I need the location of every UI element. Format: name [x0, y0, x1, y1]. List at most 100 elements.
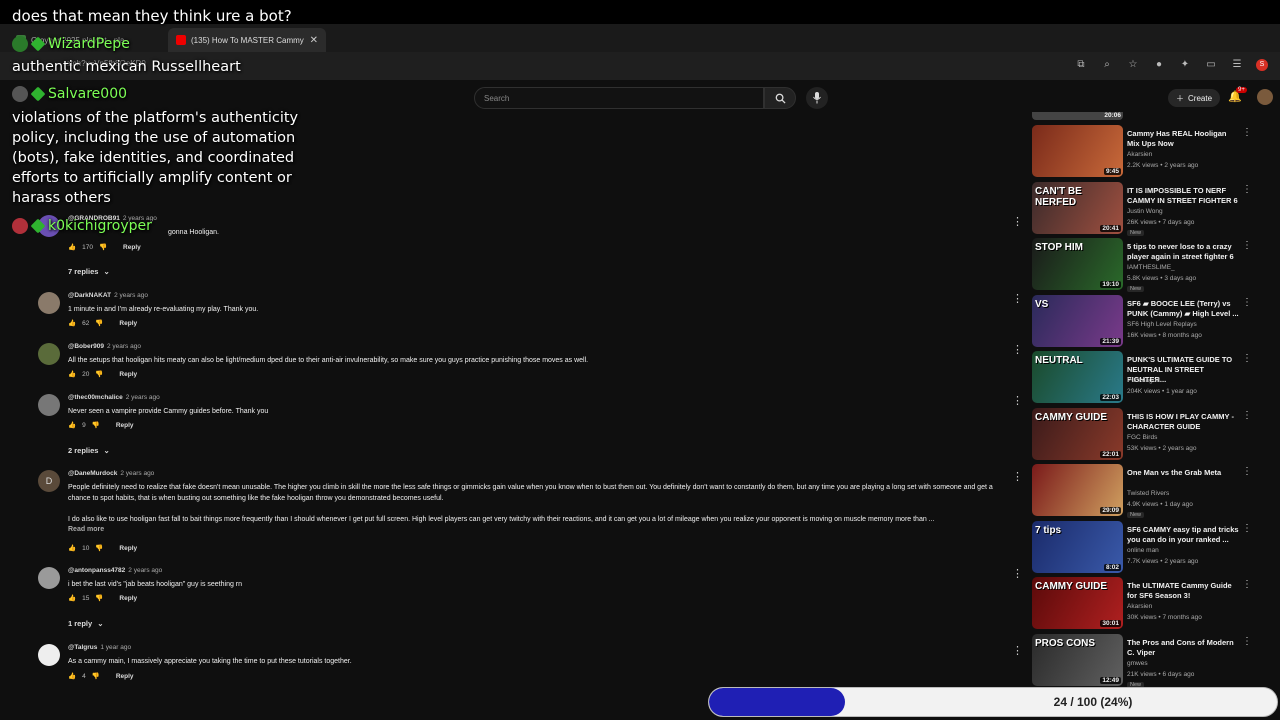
create-button[interactable]: ＋ Create — [1168, 89, 1221, 107]
like-icon[interactable]: 👍 — [68, 544, 76, 552]
like-icon[interactable]: 👍 — [68, 319, 76, 327]
video-thumbnail[interactable]: NEUTRAL 22:03 — [1032, 351, 1123, 403]
channel-name[interactable]: Akarsien — [1127, 151, 1152, 158]
reply-button[interactable]: Reply — [116, 673, 134, 680]
menu-icon[interactable]: ☰ — [1230, 59, 1244, 71]
video-title[interactable]: One Man vs the Grab Meta — [1127, 468, 1239, 478]
video-menu-icon[interactable]: ⋮ — [1242, 240, 1252, 251]
video-menu-icon[interactable]: ⋮ — [1242, 184, 1252, 195]
video-thumbnail[interactable]: PROS CONS 12:49 — [1032, 633, 1123, 686]
video-menu-icon[interactable]: ⋮ — [1242, 523, 1252, 534]
channel-name[interactable]: Punkdagod — [1127, 377, 1160, 384]
channel-name[interactable]: SF6 High Level Replays — [1127, 321, 1197, 328]
puzzle-extensions-icon[interactable]: ✦ — [1178, 59, 1192, 71]
dislike-icon[interactable]: 👎 — [95, 594, 103, 602]
video-title[interactable]: SF6 ▰ BOOCE LEE (Terry) vs PUNK (Cammy) … — [1127, 299, 1239, 319]
comment-time[interactable]: 2 years ago — [107, 343, 141, 350]
video-menu-icon[interactable]: ⋮ — [1242, 579, 1252, 590]
video-thumbnail[interactable]: 7 tips 8:02 — [1032, 520, 1123, 573]
channel-name[interactable]: gmwes — [1127, 660, 1148, 667]
comment-menu-icon[interactable]: ⋮ — [1012, 343, 1020, 356]
recommended-video[interactable]: VS 21:39 SF6 ▰ BOOCE LEE (Terry) vs PUNK (… — [1032, 294, 1280, 351]
replies-toggle[interactable]: 1 reply ⌄ — [68, 619, 103, 628]
reply-button[interactable]: Reply — [119, 595, 137, 602]
video-title[interactable]: IT IS IMPOSSIBLE TO NERF CAMMY IN STREET… — [1127, 186, 1239, 206]
extension-icon[interactable]: ● — [1152, 59, 1166, 71]
recommended-video[interactable]: CAN'T BE NERFED 20:41 IT IS IMPOSSIBLE TO … — [1032, 181, 1280, 238]
reply-button[interactable]: Reply — [123, 244, 141, 251]
zoom-icon[interactable]: ⌕ — [1100, 59, 1114, 71]
video-menu-icon[interactable]: ⋮ — [1242, 353, 1252, 364]
recommended-video[interactable]: CAMMY GUIDE 30:01 The ULTIMATE Cammy Guide… — [1032, 577, 1280, 633]
avatar[interactable] — [38, 343, 60, 365]
replies-toggle[interactable]: 2 replies ⌄ — [68, 446, 110, 455]
video-thumbnail[interactable]: 9:45 — [1032, 125, 1123, 177]
reply-button[interactable]: Reply — [119, 371, 137, 378]
profile-avatar-icon[interactable]: S — [1256, 59, 1268, 71]
comment-time[interactable]: 2 years ago — [114, 292, 148, 299]
comment-time[interactable]: 1 year ago — [100, 644, 131, 651]
channel-name[interactable]: online man — [1127, 547, 1159, 554]
comment-menu-icon[interactable]: ⋮ — [1012, 470, 1020, 483]
video-menu-icon[interactable]: ⋮ — [1242, 127, 1252, 138]
like-icon[interactable]: 👍 — [68, 421, 76, 429]
install-app-icon[interactable]: ⧉ — [1074, 59, 1088, 71]
comment-time[interactable]: 2 years ago — [126, 394, 160, 401]
like-icon[interactable]: 👍 — [68, 594, 76, 602]
comment-time[interactable]: 2 years ago — [128, 567, 162, 574]
replies-toggle[interactable]: 7 replies ⌄ — [68, 267, 110, 276]
comment-author[interactable]: @thec00mchalice 2 years ago — [68, 394, 160, 401]
dislike-icon[interactable]: 👎 — [95, 544, 103, 552]
comment-author[interactable]: @antonpanss4782 2 years ago — [68, 567, 162, 574]
voice-search-button[interactable] — [806, 87, 828, 109]
dislike-icon[interactable]: 👎 — [92, 421, 100, 429]
comment-menu-icon[interactable]: ⋮ — [1012, 644, 1020, 657]
channel-name[interactable]: Justin Wong — [1127, 208, 1163, 215]
video-title[interactable]: 5 tips to never lose to a crazy player a… — [1127, 242, 1239, 262]
avatar[interactable]: D — [38, 470, 60, 492]
video-thumbnail[interactable]: STOP HIM 19:10 — [1032, 238, 1123, 290]
video-thumbnail[interactable]: CAN'T BE NERFED 20:41 — [1032, 181, 1123, 234]
avatar[interactable] — [38, 644, 60, 666]
recommended-video[interactable]: CAMMY GUIDE 22:01 THIS IS HOW I PLAY CAMMY… — [1032, 407, 1280, 464]
video-thumbnail[interactable]: VS 21:39 — [1032, 294, 1123, 347]
channel-name[interactable]: Akarsien — [1127, 603, 1152, 610]
comment-author[interactable]: @DaneMurdock 2 years ago — [68, 470, 154, 477]
like-icon[interactable]: 👍 — [68, 672, 76, 680]
like-icon[interactable]: 👍 — [68, 243, 76, 251]
reply-button[interactable]: Reply — [116, 422, 134, 429]
avatar[interactable] — [38, 394, 60, 416]
comment-menu-icon[interactable]: ⋮ — [1012, 292, 1020, 305]
video-title[interactable]: SF6 CAMMY easy tip and tricks you can do… — [1127, 525, 1239, 545]
video-menu-icon[interactable]: ⋮ — [1242, 466, 1252, 477]
video-title[interactable]: The Pros and Cons of Modern C. Viper — [1127, 638, 1239, 658]
recommended-video[interactable]: NEUTRAL 22:03 PUNK'S ULTIMATE GUIDE TO NEU… — [1032, 351, 1280, 407]
dislike-icon[interactable]: 👎 — [95, 370, 103, 378]
video-title[interactable]: Cammy Has REAL Hooligan Mix Ups Now — [1127, 129, 1239, 149]
avatar[interactable] — [38, 567, 60, 589]
video-thumbnail[interactable]: 29:09 — [1032, 464, 1123, 516]
recommended-video[interactable]: STOP HIM 19:10 5 tips to never lose to a c… — [1032, 238, 1280, 294]
video-title[interactable]: THIS IS HOW I PLAY CAMMY - CHARACTER GUI… — [1127, 412, 1239, 432]
recommended-video[interactable]: PROS CONS 12:49 The Pros and Cons of Moder… — [1032, 633, 1280, 687]
like-icon[interactable]: 👍 — [68, 370, 76, 378]
recommended-video[interactable]: 9:45 Cammy Has REAL Hooligan Mix Ups Now A… — [1032, 125, 1280, 181]
channel-name[interactable]: IAMTHESLIME_ — [1127, 264, 1175, 271]
video-menu-icon[interactable]: ⋮ — [1242, 410, 1252, 421]
account-avatar[interactable] — [1257, 89, 1273, 105]
video-menu-icon[interactable]: ⋮ — [1242, 297, 1252, 308]
dislike-icon[interactable]: 👎 — [99, 243, 107, 251]
comment-author[interactable]: @DarkNAKAT 2 years ago — [68, 292, 148, 299]
dislike-icon[interactable]: 👎 — [92, 672, 100, 680]
split-view-icon[interactable]: ▭ — [1204, 59, 1218, 71]
comment-author[interactable]: @Talgrus 1 year ago — [68, 644, 131, 651]
dislike-icon[interactable]: 👎 — [95, 319, 103, 327]
bookmark-star-icon[interactable]: ☆ — [1126, 59, 1140, 71]
comment-menu-icon[interactable]: ⋮ — [1012, 215, 1020, 228]
reply-button[interactable]: Reply — [119, 545, 137, 552]
tab-close-icon[interactable]: ✕ — [310, 35, 318, 46]
search-button[interactable] — [764, 87, 796, 109]
video-thumbnail-partial[interactable]: 20:06 — [1032, 112, 1123, 120]
video-thumbnail[interactable]: CAMMY GUIDE 22:01 — [1032, 407, 1123, 460]
reply-button[interactable]: Reply — [119, 320, 137, 327]
